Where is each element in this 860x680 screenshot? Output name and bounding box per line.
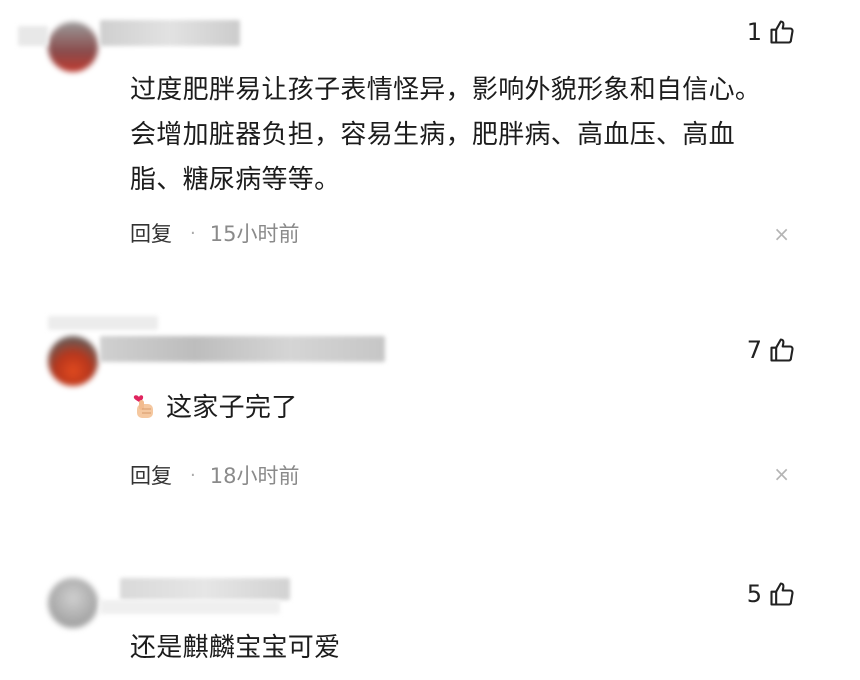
comment-item: 5 还是麒麟宝宝可爱 xyxy=(0,540,860,680)
comment-item: 7 这家子完了 回复 · 18小时前 × xyxy=(0,270,860,540)
finger-heart-emoji xyxy=(130,391,160,421)
reply-button[interactable]: 回复 xyxy=(130,460,172,490)
separator-dot: · xyxy=(190,222,196,244)
thumbs-up-icon[interactable] xyxy=(768,580,796,608)
comment-text: 还是麒麟宝宝可爱 xyxy=(130,633,341,663)
like-button[interactable]: 7 xyxy=(747,336,796,364)
like-count: 7 xyxy=(746,336,762,364)
username-blurred xyxy=(18,26,48,46)
username-blurred[interactable] xyxy=(120,578,290,600)
comment-meta: 回复 · 18小时前 xyxy=(130,460,299,490)
thumbs-up-icon[interactable] xyxy=(768,336,796,364)
comment-text: 这家子完了 xyxy=(130,386,770,431)
avatar[interactable] xyxy=(48,336,98,386)
avatar[interactable] xyxy=(48,578,98,628)
close-icon[interactable]: × xyxy=(773,464,790,484)
reply-button[interactable]: 回复 xyxy=(130,218,172,248)
like-button[interactable]: 5 xyxy=(747,580,796,608)
comment-text: 过度肥胖易让孩子表情怪异，影响外貌形象和自信心。会增加脏器负担，容易生病，肥胖病… xyxy=(130,75,762,195)
username-blurred[interactable] xyxy=(100,336,385,362)
separator-dot: · xyxy=(190,464,196,486)
comment-list: 1 过度肥胖易让孩子表情怪异，影响外貌形象和自信心。会增加脏器负担，容易生病，肥… xyxy=(0,0,860,680)
comment-item: 1 过度肥胖易让孩子表情怪异，影响外貌形象和自信心。会增加脏器负担，容易生病，肥… xyxy=(0,0,860,270)
like-button[interactable]: 1 xyxy=(747,18,796,46)
timestamp: 18小时前 xyxy=(209,464,300,488)
comment-meta: 回复 · 15小时前 xyxy=(130,218,299,248)
close-icon[interactable]: × xyxy=(773,224,790,244)
username-blurred xyxy=(100,600,280,614)
like-count: 5 xyxy=(746,580,762,608)
timestamp: 15小时前 xyxy=(209,222,300,246)
username-blurred[interactable] xyxy=(100,20,240,46)
avatar[interactable] xyxy=(48,22,98,72)
username-blurred xyxy=(48,316,158,330)
comment-text-body: 这家子完了 xyxy=(166,393,298,423)
like-count: 1 xyxy=(746,18,762,46)
thumbs-up-icon[interactable] xyxy=(768,18,796,46)
